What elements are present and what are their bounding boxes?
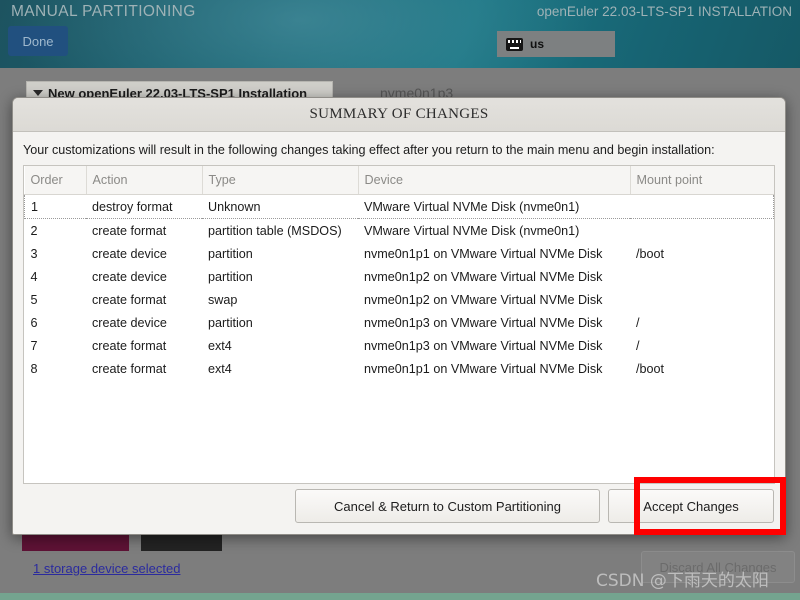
cell-mount-point: / <box>636 338 640 353</box>
cell-mount-point <box>630 194 774 219</box>
cell-mount-point <box>630 265 774 288</box>
changes-table-container[interactable]: Order Action Type Device Mount point 1 de… <box>23 165 775 484</box>
cell-type: partition <box>208 269 253 284</box>
done-button[interactable]: Done <box>8 26 68 56</box>
cell-mount-point: / <box>636 315 640 330</box>
cell-action: create format <box>92 338 167 353</box>
table-row[interactable]: 3 create device partition nvme0n1p1 on VMwa… <box>25 242 774 265</box>
cell-type: swap <box>208 292 238 307</box>
cell-device: nvme0n1p1 on VMware Virtual NVMe Disk <box>364 246 603 261</box>
table-row[interactable]: 7 create format ext4 nvme0n1p3 on VMware Vi… <box>25 334 774 357</box>
cell-device: nvme0n1p2 on VMware Virtual NVMe Disk <box>364 269 603 284</box>
column-header-type[interactable]: Type <box>202 166 359 195</box>
cancel-return-label: Cancel & Return to Custom Partitioning <box>334 498 561 514</box>
table-row[interactable]: 8 create format ext4 nvme0n1p1 on VMware Vi… <box>25 357 774 380</box>
cell-mount-point: /boot <box>636 361 665 376</box>
cell-mount-point: /boot <box>636 246 665 261</box>
page-title: MANUAL PARTITIONING <box>11 3 196 20</box>
dialog-footer: Cancel & Return to Custom Partitioning A… <box>13 478 785 534</box>
changes-table-header-row: Order Action Type Device Mount point <box>24 166 774 195</box>
cell-device: nvme0n1p1 on VMware Virtual NVMe Disk <box>364 361 603 376</box>
dialog-intro-text: Your customizations will result in the f… <box>23 143 715 157</box>
cell-device: VMware Virtual NVMe Disk (nvme0n1) <box>358 194 630 219</box>
table-row[interactable]: 1 destroy format Unknown VMware Virtual NVM… <box>24 194 774 219</box>
keyboard-layout-indicator[interactable]: us <box>497 31 615 57</box>
table-row[interactable]: 2 create format partition table (MSDOS) VMw… <box>25 219 774 243</box>
cell-action: create format <box>92 292 167 307</box>
column-header-action[interactable]: Action <box>86 166 203 195</box>
changes-table: Order Action Type Device Mount point 1 de… <box>24 166 774 380</box>
cell-device: nvme0n1p2 on VMware Virtual NVMe Disk <box>364 292 603 307</box>
done-button-label: Done <box>22 33 54 49</box>
cell-type: partition table (MSDOS) <box>208 223 342 238</box>
cell-action: destroy format <box>86 194 202 219</box>
cell-order: 7 <box>30 338 38 353</box>
cell-mount-point <box>630 219 774 243</box>
bottom-strip <box>0 593 800 600</box>
column-header-mount-point[interactable]: Mount point <box>630 166 774 195</box>
cell-mount-point <box>630 288 774 311</box>
cell-order: 5 <box>30 292 38 307</box>
chevron-down-icon <box>33 90 43 96</box>
cell-order: 1 <box>24 194 86 219</box>
column-header-order[interactable]: Order <box>24 166 87 195</box>
dialog-title: SUMMARY OF CHANGES <box>309 106 489 122</box>
cell-action: create device <box>92 269 167 284</box>
cell-device: nvme0n1p3 on VMware Virtual NVMe Disk <box>364 338 603 353</box>
accept-changes-button[interactable]: Accept Changes <box>608 489 774 523</box>
dialog-titlebar: SUMMARY OF CHANGES <box>13 98 785 132</box>
table-row[interactable]: 4 create device partition nvme0n1p2 on VMwa… <box>25 265 774 288</box>
cell-type: partition <box>208 315 253 330</box>
cell-action: create device <box>92 315 167 330</box>
changes-table-head: Order Action Type Device Mount point <box>24 166 774 195</box>
summary-of-changes-dialog: SUMMARY OF CHANGES Your customizations w… <box>12 97 786 535</box>
table-row[interactable]: 6 create device partition nvme0n1p3 on VMwa… <box>25 311 774 334</box>
cell-type: Unknown <box>202 194 358 219</box>
cell-order: 6 <box>30 315 38 330</box>
watermark: CSDN @下雨天的太阳 <box>596 571 769 591</box>
cell-device: nvme0n1p3 on VMware Virtual NVMe Disk <box>364 315 603 330</box>
cell-device: VMware Virtual NVMe Disk (nvme0n1) <box>364 223 580 238</box>
cell-action: create format <box>92 361 167 376</box>
cell-action: create device <box>92 246 167 261</box>
product-title: openEuler 22.03-LTS-SP1 INSTALLATION <box>536 4 792 19</box>
keyboard-layout-label: us <box>530 37 545 51</box>
installer-banner: MANUAL PARTITIONING openEuler 22.03-LTS-… <box>0 0 800 68</box>
table-row[interactable]: 5 create format swap nvme0n1p2 on VMware Vi… <box>25 288 774 311</box>
accept-changes-label: Accept Changes <box>643 498 739 514</box>
cell-order: 3 <box>30 246 38 261</box>
cell-type: ext4 <box>208 361 232 376</box>
cell-type: ext4 <box>208 338 232 353</box>
cancel-return-button[interactable]: Cancel & Return to Custom Partitioning <box>295 489 600 523</box>
keyboard-icon <box>506 37 523 51</box>
cell-order: 2 <box>30 223 38 238</box>
column-header-device[interactable]: Device <box>358 166 631 195</box>
storage-device-link[interactable]: 1 storage device selected <box>33 561 180 576</box>
cell-type: partition <box>208 246 253 261</box>
cell-action: create format <box>92 223 167 238</box>
cell-order: 4 <box>30 269 38 284</box>
changes-table-body: 1 destroy format Unknown VMware Virtual NVM… <box>24 194 774 381</box>
cell-order: 8 <box>30 361 38 376</box>
dialog-body: Your customizations will result in the f… <box>13 132 785 484</box>
